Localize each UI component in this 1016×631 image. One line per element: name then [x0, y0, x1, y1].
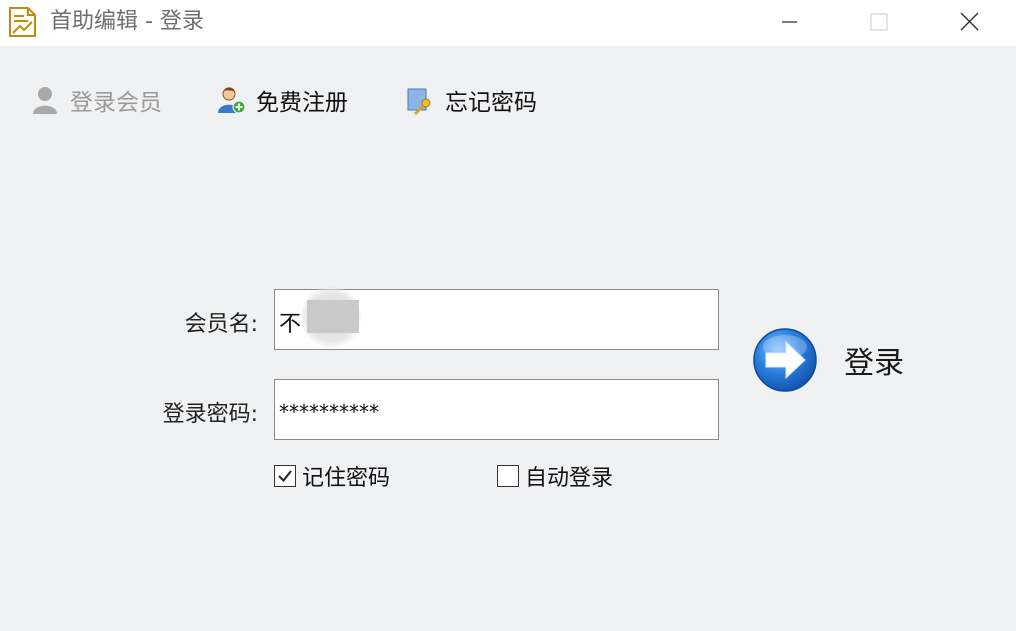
remember-password-label: 记住密码	[302, 466, 391, 491]
key-note-icon	[407, 88, 431, 115]
toolbar-login-member-label: 登录会员	[70, 90, 162, 116]
password-value: **********	[279, 400, 379, 424]
add-user-icon	[218, 87, 246, 114]
maximize-button[interactable]	[856, 0, 902, 44]
arrow-right-icon	[753, 328, 817, 392]
minimize-icon	[782, 21, 797, 23]
password-label: 登录密码:	[162, 402, 258, 427]
close-button[interactable]	[946, 0, 992, 44]
app-document-icon	[8, 6, 38, 38]
redaction-box	[307, 300, 359, 333]
window-title: 首助编辑 - 登录	[50, 9, 204, 34]
login-button-label: 登录	[844, 346, 904, 381]
close-icon	[960, 12, 979, 31]
toolbar-register-label: 免费注册	[256, 90, 348, 116]
member-name-value: 不	[279, 312, 302, 337]
checkmark-icon	[277, 469, 292, 482]
toolbar-login-member[interactable]: 登录会员	[30, 84, 162, 116]
toolbar-forgot-password-label: 忘记密码	[445, 90, 537, 116]
user-icon	[33, 87, 57, 114]
auto-login-label: 自动登录	[525, 466, 614, 491]
remember-checkbox-box[interactable]	[274, 465, 296, 487]
login-button[interactable]: 登录	[752, 326, 904, 394]
password-input[interactable]: **********	[274, 379, 719, 440]
remember-password-checkbox[interactable]: 记住密码	[274, 460, 390, 492]
toolbar-forgot-password[interactable]: 忘记密码	[405, 84, 537, 116]
member-name-label: 会员名:	[184, 312, 258, 337]
auto-login-checkbox-box[interactable]	[497, 465, 519, 487]
member-name-input[interactable]: 不	[274, 286, 719, 350]
login-window: 首助编辑 - 登录 登录会员 免费注册 忘记密码 会员名: 不 登录密码: **…	[0, 0, 1016, 631]
auto-login-checkbox[interactable]: 自动登录	[497, 460, 613, 492]
toolbar-register[interactable]: 免费注册	[216, 84, 348, 116]
maximize-icon	[870, 13, 888, 31]
minimize-button[interactable]	[766, 0, 812, 44]
title-bar: 首助编辑 - 登录	[0, 0, 1016, 46]
